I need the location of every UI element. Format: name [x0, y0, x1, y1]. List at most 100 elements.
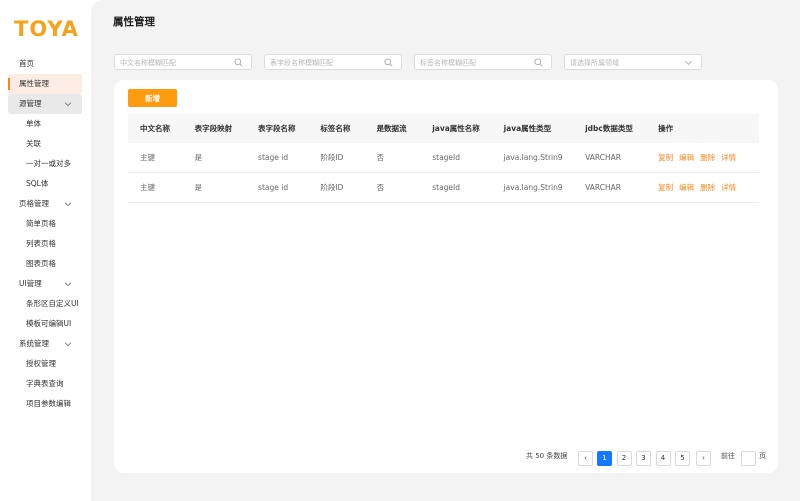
table-cell: 否: [364, 143, 421, 173]
sidebar-item-label: UI管理: [19, 279, 42, 288]
sidebar-item[interactable]: 列表页格: [8, 234, 82, 254]
chevron-down-icon: [64, 102, 72, 107]
column-header: 操作: [646, 114, 759, 143]
page-button[interactable]: 3: [636, 451, 651, 466]
table-body: 主键是 stage id 阶段ID 否 stageId java.lang.Strin9 V…: [128, 143, 759, 203]
sidebar-item[interactable]: 属性管理: [8, 74, 82, 94]
field-name-input[interactable]: [270, 57, 380, 68]
cn-name-search[interactable]: [114, 54, 252, 70]
sidebar-item[interactable]: SQL体: [8, 174, 82, 194]
sidebar-item[interactable]: 系统管理: [8, 334, 82, 354]
search-icon[interactable]: [384, 58, 393, 67]
sidebar-item-label: 关联: [26, 139, 41, 148]
sidebar-item-label: 字典表查询: [26, 379, 64, 388]
tag-name-search[interactable]: [414, 54, 552, 70]
tag-name-input[interactable]: [420, 57, 530, 68]
table-cell: VARCHAR: [573, 143, 647, 173]
chevron-down-icon: [64, 202, 72, 207]
chevron-down-icon: [64, 342, 72, 347]
table-header-row: 中文名称 表字段映射 表字段名称 标签名称 是数据流 java属性名称 java属性类型 jd…: [128, 114, 759, 143]
table-cell: java.lang.Strin9: [491, 172, 574, 203]
sidebar-item[interactable]: 项目参数编辑: [8, 394, 82, 414]
detail-action[interactable]: 详情: [721, 153, 736, 162]
copy-action[interactable]: 复制: [658, 153, 673, 162]
prev-page-button[interactable]: ‹: [578, 451, 593, 466]
search-icon[interactable]: [534, 58, 543, 67]
table-cell: stage id: [246, 143, 309, 173]
cn-name-input[interactable]: [120, 57, 230, 68]
copy-action[interactable]: 复制: [658, 183, 673, 192]
sidebar-item[interactable]: 条形区自定义UI: [8, 294, 82, 314]
chevron-down-icon[interactable]: [684, 58, 693, 67]
sidebar-item[interactable]: 模板可编辑UI: [8, 314, 82, 334]
sidebar-item[interactable]: 单体: [8, 114, 82, 134]
attribute-table: 中文名称 表字段映射 表字段名称 标签名称 是数据流 java属性名称 java属性类型 jd…: [128, 114, 759, 203]
sidebar-item-label: 页格管理: [19, 199, 49, 208]
page-button[interactable]: 5: [675, 451, 690, 466]
sidebar-item[interactable]: 字典表查询: [8, 374, 82, 394]
edit-action[interactable]: 编辑: [679, 153, 694, 162]
sidebar-item[interactable]: 授权管理: [8, 354, 82, 374]
column-header: 标签名称: [308, 114, 365, 143]
column-header: 表字段名称: [246, 114, 309, 143]
svg-text:TOYA: TOYA: [14, 17, 79, 39]
sidebar-item[interactable]: 页格管理: [8, 194, 82, 214]
sidebar-item-label: 列表页格: [26, 239, 56, 248]
search-icon[interactable]: [234, 58, 243, 67]
sidebar-item[interactable]: 源管理: [8, 94, 82, 114]
chevron-down-icon: [64, 282, 72, 287]
main-content: 属性管理 新增 中文名称表字段映射表字段名称标签名称是数据流java属性名称ja…: [91, 0, 800, 501]
next-page-button[interactable]: ›: [696, 451, 711, 466]
sidebar-item-label: 简单页格: [26, 219, 56, 228]
sidebar-item-label: 授权管理: [26, 359, 56, 368]
edit-action[interactable]: 编辑: [679, 183, 694, 192]
sidebar-item[interactable]: 关联: [8, 134, 82, 154]
goto-page-input[interactable]: [741, 451, 756, 466]
column-header: java属性类型: [491, 114, 574, 143]
domain-select-input[interactable]: [570, 57, 680, 68]
detail-action[interactable]: 详情: [721, 183, 736, 192]
table-cell: java.lang.Strin9: [491, 143, 574, 173]
table-cell: 是: [182, 172, 247, 203]
column-header: java属性名称: [420, 114, 492, 143]
page-button[interactable]: 2: [616, 451, 632, 466]
table-panel: 新增 中文名称 表字段映射 表字段名称 标签名称 是数据流 java属性名称 java属性类…: [114, 80, 778, 473]
sidebar-item-label: SQL体: [26, 179, 49, 188]
sidebar-item-label: 属性管理: [19, 79, 49, 88]
sidebar-item-label: 单体: [26, 119, 41, 128]
page-title: 属性管理: [113, 16, 155, 28]
delete-action[interactable]: 删除: [700, 183, 715, 192]
goto-label: 前往: [721, 452, 735, 460]
sidebar-item-label: 项目参数编辑: [26, 399, 71, 408]
sidebar-item[interactable]: 一对一或对多: [8, 154, 82, 174]
delete-action[interactable]: 删除: [700, 153, 715, 162]
page-button[interactable]: 1: [597, 451, 612, 466]
table-cell: stage id: [246, 172, 309, 203]
sidebar-item-label: 图表页格: [26, 259, 56, 268]
row-actions: 复制 编辑 删除 详情: [646, 143, 759, 173]
table-cell: 阶段ID: [308, 143, 365, 173]
sidebar-item[interactable]: 图表页格: [8, 254, 82, 274]
sidebar-item-label: 首页: [19, 59, 34, 68]
sidebar-item-label: 源管理: [19, 99, 42, 108]
table-cell: stageId: [420, 172, 492, 203]
field-name-search[interactable]: [264, 54, 402, 70]
column-header: 中文名称: [128, 114, 183, 143]
column-header: jdbc数据类型: [573, 114, 647, 143]
column-header: 是数据流: [364, 114, 421, 143]
sidebar-item[interactable]: 简单页格: [8, 214, 82, 234]
sidebar-nav: 首页属性管理源管理单体关联一对一或对多 SQL体页格管理简单页格列表页格图表页格 U…: [8, 54, 82, 414]
table-cell: stageId: [420, 143, 492, 173]
domain-select[interactable]: [564, 54, 702, 70]
sidebar-item-label: 系统管理: [19, 339, 49, 348]
table-cell: 主键: [128, 143, 183, 173]
column-header: 表字段映射: [182, 114, 247, 143]
sidebar-item-label: 模板可编辑UI: [26, 319, 72, 328]
pagination-total: 共 50 条数据: [526, 452, 568, 460]
sidebar-item[interactable]: UI管理: [8, 274, 82, 294]
add-button[interactable]: 新增: [128, 89, 177, 107]
sidebar-item[interactable]: 首页: [8, 54, 82, 74]
sidebar: TOYA 首页属性管理源管理单体关联一对一或对多 SQL体页格管理简单页格列表页格…: [0, 0, 91, 501]
page-button[interactable]: 4: [655, 451, 671, 466]
sidebar-item-label: 一对一或对多: [26, 159, 71, 168]
